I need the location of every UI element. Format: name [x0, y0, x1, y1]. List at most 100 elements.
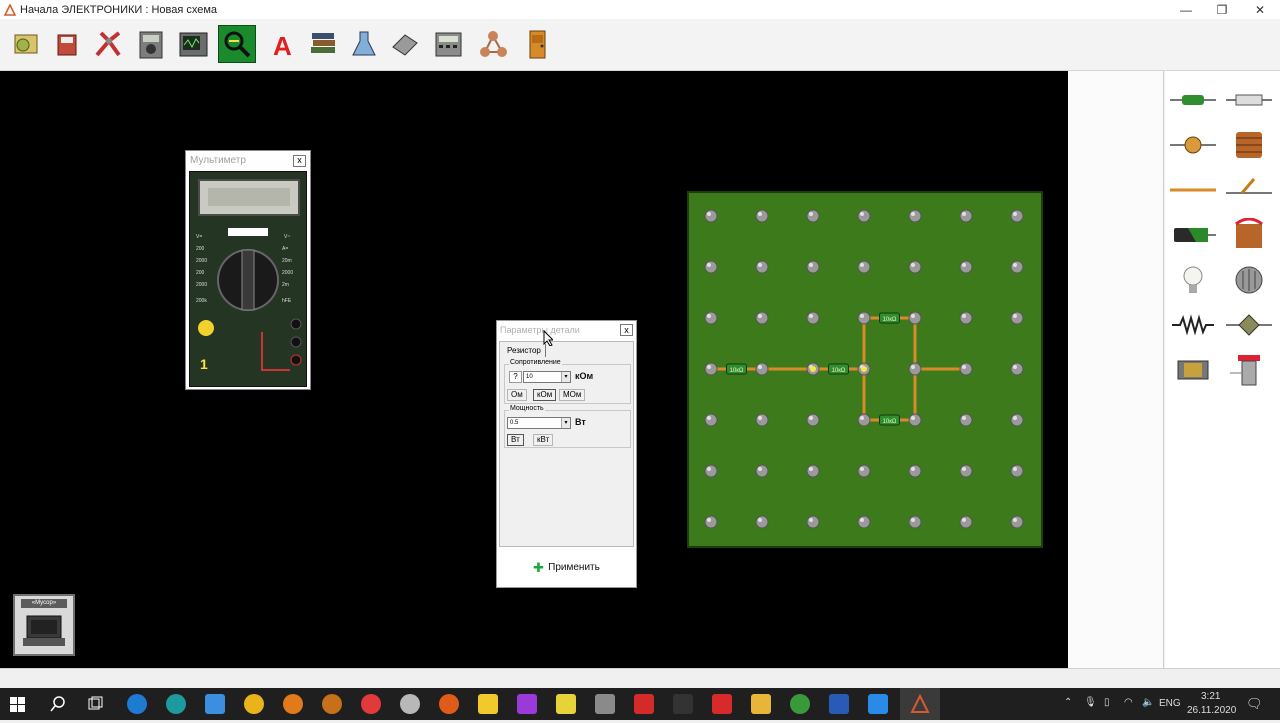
pin-highlight [809, 467, 813, 471]
volume-icon[interactable]: 🔈 [1142, 697, 1154, 708]
firefox-icon[interactable] [439, 694, 459, 714]
snipping-tool-icon[interactable] [595, 694, 615, 714]
minimize-button[interactable]: — [1168, 0, 1204, 19]
unit-ohm-button[interactable]: Ом [507, 389, 527, 401]
microphone-icon[interactable]: 🎙 [1084, 697, 1097, 708]
text-tool-button[interactable]: A [263, 25, 301, 63]
palette-potentiometer[interactable] [1168, 128, 1218, 162]
app-icon-teal[interactable] [166, 694, 186, 714]
molecule-button[interactable] [474, 25, 512, 63]
pin-highlight [962, 518, 966, 522]
calculator-button[interactable] [429, 25, 467, 63]
word-icon[interactable] [829, 694, 849, 714]
pin-highlight [707, 365, 711, 369]
windows-start-icon[interactable] [10, 697, 25, 712]
zoom-app-icon[interactable] [868, 694, 888, 714]
zoom-magnifier-icon [224, 31, 251, 58]
palette-fuse[interactable] [1224, 83, 1274, 117]
dialog-titlebar[interactable]: Параметры детали x [497, 321, 636, 339]
app-icon-yellow[interactable] [244, 694, 264, 714]
help-button[interactable]: ? [509, 371, 522, 383]
pin-highlight [962, 212, 966, 216]
open-scheme-button[interactable] [7, 25, 45, 63]
pin-highlight [758, 416, 762, 420]
part-parameters-dialog[interactable]: Параметры детали x Резистор Сопротивлени… [496, 320, 637, 588]
oscilloscope-tool-button[interactable] [174, 25, 212, 63]
lab-flask-button[interactable] [345, 25, 383, 63]
junction-dot [810, 366, 816, 372]
palette-diode[interactable] [1224, 308, 1274, 342]
notifications-icon[interactable]: 🗨 [1246, 696, 1263, 712]
language-indicator[interactable]: ENG [1159, 698, 1181, 709]
multimeter-window[interactable]: Мультиметр x V= 200 2000 200 2000 200k V~ A= 20… [185, 150, 311, 390]
active-app-tile[interactable] [900, 688, 940, 720]
trash-can-icon [23, 615, 65, 646]
file-explorer-icon[interactable] [751, 694, 771, 714]
exit-door-button[interactable] [518, 25, 556, 63]
resistance-value-select[interactable]: 10 ▾ [523, 371, 571, 383]
maximize-button[interactable]: ❐ [1204, 0, 1240, 19]
search-icon[interactable] [50, 696, 66, 712]
pdf-app-icon[interactable] [556, 694, 576, 714]
dialog-content: Резистор Сопротивление ? 10 ▾ кОм Ом кОм… [499, 341, 634, 547]
breadboard-pin [704, 260, 718, 274]
task-view-icon[interactable] [88, 696, 104, 712]
palette-spring-coil[interactable] [1168, 308, 1218, 342]
palette-switch[interactable] [1224, 173, 1274, 207]
app-icon-brown[interactable] [322, 694, 342, 714]
pin-highlight [911, 314, 915, 318]
edge-browser-icon[interactable] [127, 694, 147, 714]
adobe-icon[interactable] [673, 694, 693, 714]
palette-transformer[interactable] [1224, 263, 1274, 297]
library-button[interactable] [304, 25, 342, 63]
battery-tray-icon[interactable]: ▯ [1104, 697, 1110, 708]
photos-app-icon[interactable] [205, 694, 225, 714]
breadboard-circuit: 10кΩ 10кΩ 10кΩ 10кΩ [704, 209, 1024, 529]
palette-battery[interactable] [1168, 218, 1218, 252]
unit-kwatt-button[interactable]: кВт [533, 434, 554, 446]
zoom-tool-button[interactable] [218, 25, 256, 63]
save-scheme-button[interactable] [48, 25, 86, 63]
pin-highlight [962, 467, 966, 471]
clock-time[interactable]: 3:21 [1201, 691, 1220, 702]
app-icon-purple[interactable] [517, 694, 537, 714]
app-icon-red[interactable] [634, 694, 654, 714]
chrome-icon[interactable] [790, 694, 810, 714]
component-palette [1165, 71, 1280, 668]
unit-mohm-button[interactable]: МОм [559, 389, 586, 401]
flask-icon [352, 31, 376, 56]
trash-bin[interactable]: «Мусор» [13, 594, 75, 656]
clock-date[interactable]: 26.11.2020 [1187, 705, 1236, 716]
headphones-app-icon[interactable] [361, 694, 381, 714]
breadboard-pin [959, 260, 973, 274]
palette-motor[interactable] [1168, 353, 1218, 387]
breadboard-pin [1010, 413, 1024, 427]
dialog-close-button[interactable]: x [620, 324, 633, 336]
palette-inductor[interactable] [1224, 128, 1274, 162]
multimeter-window-titlebar[interactable]: Мультиметр x [186, 151, 310, 170]
palette-electromagnet[interactable] [1224, 218, 1274, 252]
acrobat-icon[interactable] [712, 694, 732, 714]
unit-watt-button[interactable]: Вт [507, 434, 524, 446]
breadboard[interactable]: 10кΩ 10кΩ 10кΩ 10кΩ [687, 191, 1043, 548]
unit-kohm-button[interactable]: кОм [533, 389, 557, 401]
power-value-select[interactable]: 0.5 ▾ [507, 417, 571, 429]
pin-highlight [809, 263, 813, 267]
wifi-icon[interactable]: ◠ [1124, 697, 1133, 708]
tab-resistor[interactable]: Резистор [503, 344, 546, 357]
media-player-icon[interactable] [400, 694, 420, 714]
tray-chevron-up-icon[interactable]: ⌃ [1064, 697, 1072, 708]
palette-relay[interactable] [1224, 353, 1274, 387]
palette-resistor[interactable] [1168, 83, 1218, 117]
app-icon-orange[interactable] [283, 694, 303, 714]
pliers-tool-button[interactable] [89, 25, 127, 63]
apply-button[interactable]: ✚ Применить [499, 548, 634, 586]
eraser-button[interactable] [386, 25, 424, 63]
pin-highlight [758, 263, 762, 267]
palette-lamp[interactable] [1168, 263, 1218, 297]
close-button[interactable]: ✕ [1242, 0, 1278, 19]
palette-wire[interactable] [1168, 173, 1218, 207]
sticky-notes-icon[interactable] [478, 694, 498, 714]
multimeter-tool-button[interactable] [132, 25, 170, 63]
multimeter-close-button[interactable]: x [293, 154, 306, 167]
